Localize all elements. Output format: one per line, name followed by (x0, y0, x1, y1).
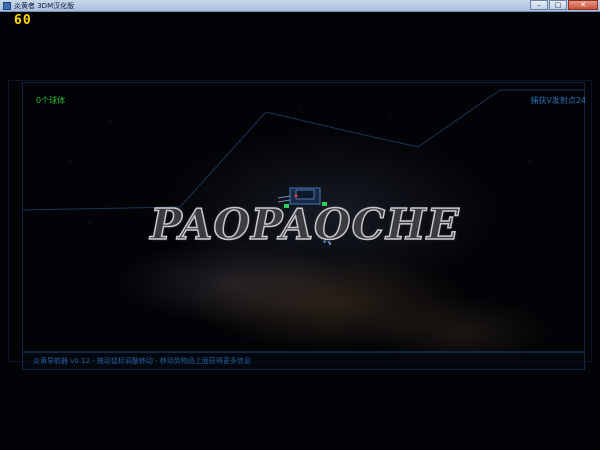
window-title: 炎黄者 3DM汉化版 (14, 2, 75, 10)
app-icon (3, 2, 11, 10)
close-button[interactable]: ✕ (568, 0, 598, 10)
game-viewport[interactable]: 60 0个球体 捕获V发射点24 PAOPAOCHE 炎黄导航器 v0.12 -… (0, 12, 600, 450)
minimize-button[interactable]: – (530, 0, 548, 10)
maximize-button[interactable]: □ (549, 0, 567, 10)
window-title-bar[interactable]: 炎黄者 3DM汉化版 – □ ✕ (0, 0, 600, 12)
ball-count-label: 0个球体 (36, 96, 66, 105)
watermark-logo: PAOPAOCHE (149, 199, 460, 250)
window-controls: – □ ✕ (529, 0, 598, 11)
status-bar: 炎黄导航器 v0.12 - 拖动鼠标调整移动 - 移动到物品上面获得更多信息 (22, 352, 585, 370)
waypoint-label: 捕获V发射点24 (530, 96, 586, 105)
status-text: 炎黄导航器 v0.12 - 拖动鼠标调整移动 - 移动到物品上面获得更多信息 (33, 357, 251, 365)
